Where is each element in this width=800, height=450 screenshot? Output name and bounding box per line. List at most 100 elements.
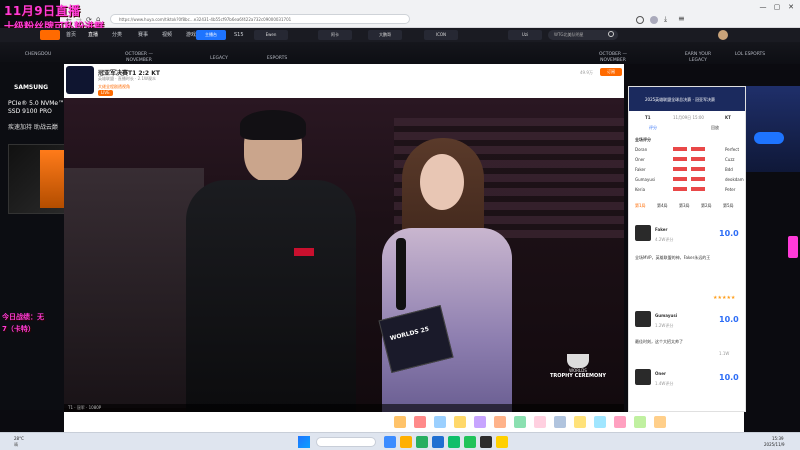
match-time: 11月09日 15:00 xyxy=(673,115,704,120)
overlay-title: 11月9日直播 xyxy=(4,4,81,18)
nav-game[interactable]: 游戏 xyxy=(186,28,196,42)
gift-icon[interactable] xyxy=(454,416,466,428)
game-tab[interactable]: 第3局 xyxy=(679,203,690,209)
chip-1[interactable]: Ewen xyxy=(254,30,288,40)
menu-icon[interactable]: ≡ xyxy=(678,14,685,23)
gift-icon[interactable] xyxy=(614,416,626,428)
game-tab[interactable]: 第1局 xyxy=(635,203,646,209)
site-logo[interactable] xyxy=(40,30,60,40)
tab-replay[interactable]: 回放 xyxy=(711,125,719,131)
chip-5[interactable]: Uzi xyxy=(508,30,542,40)
banner-left: CHENGDOU xyxy=(24,52,52,57)
comment: 全场MVP，英雄联盟的神，Faker永远的王 xyxy=(635,255,711,260)
live-badge: LIVE xyxy=(98,90,113,96)
clock-date[interactable]: 2025/11/9 xyxy=(764,442,785,447)
gift-icon[interactable] xyxy=(654,416,666,428)
app-icon[interactable] xyxy=(384,436,396,448)
player-score: 10.0 xyxy=(719,373,739,382)
player-votes: 4.2W评分 xyxy=(655,237,674,242)
banner-right-tag: OCTOBER — NOVEMBER xyxy=(599,52,627,63)
overlay-side-label: 今日战绩：无 xyxy=(2,313,44,321)
app-icon[interactable] xyxy=(480,436,492,448)
app-icon[interactable] xyxy=(416,436,428,448)
gift-icon[interactable] xyxy=(414,416,426,428)
gift-icon[interactable] xyxy=(594,416,606,428)
rating-stars[interactable]: ★★★★★ xyxy=(713,295,735,301)
nav-live[interactable]: 直播 xyxy=(88,28,98,42)
gift-icon[interactable] xyxy=(494,416,506,428)
row-right: Bdd xyxy=(725,167,733,172)
row-right: Perfect xyxy=(725,147,740,152)
taskbar: 28°C 晴 15:39 2025/11/9 xyxy=(0,432,800,450)
gift-icon[interactable] xyxy=(474,416,486,428)
game-tab[interactable]: 第4局 xyxy=(657,203,668,209)
banner-right2: LOL ESPORTS xyxy=(734,52,766,57)
player-avatar xyxy=(635,311,651,327)
game-tab[interactable]: 第2局 xyxy=(701,203,712,209)
gift-icon[interactable] xyxy=(554,416,566,428)
nav-match[interactable]: 赛事 xyxy=(138,28,148,42)
app-icon[interactable] xyxy=(448,436,460,448)
nav-home[interactable]: 首页 xyxy=(66,28,76,42)
profile-icon[interactable] xyxy=(650,16,658,24)
search-icon[interactable] xyxy=(608,31,614,37)
jersey-logo xyxy=(294,248,314,256)
video-player[interactable]: WORLDS 25 WORLDS TROPHY CEREMONY xyxy=(64,98,624,412)
maximize-icon[interactable]: ▢ xyxy=(772,2,782,12)
app-icon[interactable] xyxy=(400,436,412,448)
player-avatar xyxy=(635,369,651,385)
address-bar[interactable]: https://www.huya.com/tiktok?0f8bc…e32431… xyxy=(110,14,410,24)
gift-icon[interactable] xyxy=(534,416,546,428)
microphone xyxy=(396,238,406,310)
close-icon[interactable]: ✕ xyxy=(786,2,796,12)
row-right: Peter xyxy=(725,187,736,192)
right-banner-button[interactable] xyxy=(754,132,784,144)
section-title: 全场评分 xyxy=(635,137,651,142)
app-icon[interactable] xyxy=(432,436,444,448)
start-icon[interactable] xyxy=(298,436,310,448)
banner-mid1: OCTOBER — NOVEMBER xyxy=(125,52,153,63)
right-side-badge[interactable] xyxy=(788,236,798,258)
taskbar-search[interactable] xyxy=(316,437,376,447)
site-nav: 首页 直播 分类 赛事 视频 游戏 充值 S15 主播台 Ewen 阿卡 大鹏哥… xyxy=(0,28,800,42)
gift-icon[interactable] xyxy=(634,416,646,428)
follow-button[interactable]: 订阅 xyxy=(600,68,622,76)
row-left: Gumayusi xyxy=(635,177,656,182)
gift-icon[interactable] xyxy=(394,416,406,428)
chip-3[interactable]: 大鹏哥 xyxy=(368,30,402,40)
history-icon[interactable] xyxy=(636,16,644,24)
download-icon[interactable]: ⤓ xyxy=(664,15,667,24)
team2-label: KT xyxy=(725,115,731,120)
comment: 最佳时刻，这个大招太帅了 xyxy=(635,339,683,344)
event-banner: CHENGDOU OCTOBER — NOVEMBER LEGACY ESPOR… xyxy=(0,42,800,64)
minimize-icon[interactable]: — xyxy=(758,2,768,12)
channel-logo[interactable] xyxy=(66,66,94,94)
video-footer-text: T1 · 冠军 · 1080P xyxy=(68,405,102,410)
ad-brand: SAMSUNG xyxy=(14,84,49,91)
video-controls[interactable]: T1 · 冠军 · 1080P xyxy=(64,404,624,412)
vote-bar xyxy=(673,147,687,151)
vote-bar xyxy=(691,187,705,191)
clock-time[interactable]: 15:39 xyxy=(772,436,784,441)
app-icon[interactable] xyxy=(464,436,476,448)
gift-icon[interactable] xyxy=(434,416,446,428)
right-banner[interactable] xyxy=(746,86,800,172)
nav-video[interactable]: 视频 xyxy=(162,28,172,42)
gift-icon[interactable] xyxy=(574,416,586,428)
player-votes: 1.4W评分 xyxy=(655,381,674,386)
chip-anchor[interactable]: 主播台 xyxy=(196,30,226,40)
nav-category[interactable]: 分类 xyxy=(112,28,122,42)
tab-score[interactable]: 评分 xyxy=(649,125,657,131)
channel-meta: 英雄联盟 · 直播时长 · 2.1W观众 xyxy=(98,76,156,81)
chip-4[interactable]: ICON xyxy=(424,30,458,40)
avatar[interactable] xyxy=(718,30,728,40)
team1-label: T1 xyxy=(645,115,651,120)
nav-s15[interactable]: S15 xyxy=(234,28,244,42)
gift-icon[interactable] xyxy=(514,416,526,428)
chip-2[interactable]: 阿卡 xyxy=(318,30,352,40)
app-icon[interactable] xyxy=(496,436,508,448)
player-jersey xyxy=(186,180,356,412)
game-tab[interactable]: 第5局 xyxy=(723,203,734,209)
row-right: Cuzz xyxy=(725,157,735,162)
player-avatar xyxy=(635,225,651,241)
